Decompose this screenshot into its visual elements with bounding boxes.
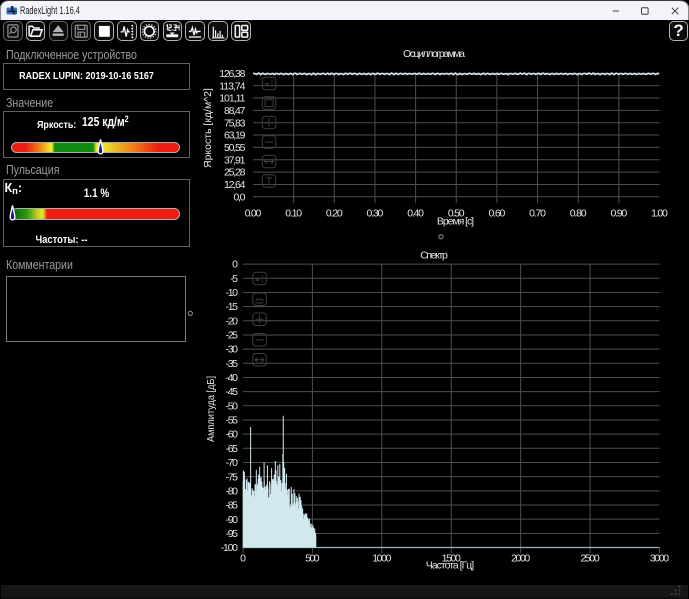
svg-text:113,74: 113,74 — [219, 80, 245, 92]
svg-text:-10: -10 — [226, 287, 239, 299]
svg-text:-85: -85 — [226, 500, 239, 512]
svg-text:3000: 3000 — [650, 553, 669, 565]
svg-text:-65: -65 — [226, 443, 239, 455]
svg-text:Время [с]: Время [с] — [437, 216, 474, 228]
svg-text:12,64: 12,64 — [224, 179, 246, 191]
svg-text:-60: -60 — [226, 429, 239, 441]
svg-text:88,47: 88,47 — [224, 105, 246, 117]
svg-text:-70: -70 — [226, 457, 239, 469]
svg-text:0: 0 — [232, 259, 238, 271]
svg-text:-95: -95 — [226, 528, 239, 540]
svg-text:25,28: 25,28 — [224, 167, 246, 179]
svg-text:Спектр: Спектр — [420, 250, 448, 262]
svg-text:1.00: 1.00 — [651, 208, 668, 220]
svg-text:-55: -55 — [226, 415, 239, 427]
svg-text:-50: -50 — [226, 400, 239, 412]
svg-text:500: 500 — [305, 553, 320, 565]
svg-text:0.30: 0.30 — [367, 208, 384, 220]
svg-text:0.20: 0.20 — [326, 208, 343, 220]
svg-text:0,0: 0,0 — [234, 191, 246, 203]
svg-text:-90: -90 — [226, 514, 239, 526]
svg-text:-100: -100 — [221, 542, 238, 554]
svg-text:-30: -30 — [226, 344, 239, 356]
svg-text:Частота [Гц]: Частота [Гц] — [426, 560, 474, 572]
svg-text:75,83: 75,83 — [224, 117, 246, 129]
svg-text:63,19: 63,19 — [224, 130, 246, 142]
svg-text:126,38: 126,38 — [219, 68, 245, 80]
svg-text:50,55: 50,55 — [224, 142, 246, 154]
svg-text:-25: -25 — [226, 330, 239, 342]
svg-text:-80: -80 — [226, 485, 239, 497]
svg-text:0.70: 0.70 — [529, 208, 546, 220]
svg-text:-75: -75 — [226, 471, 239, 483]
svg-text:-5: -5 — [230, 273, 238, 285]
svg-text:37,91: 37,91 — [224, 154, 246, 166]
svg-text:0: 0 — [240, 553, 246, 565]
svg-text:0.40: 0.40 — [407, 208, 424, 220]
svg-text:-15: -15 — [226, 301, 239, 313]
svg-text:101,11: 101,11 — [219, 93, 245, 105]
svg-text:-45: -45 — [226, 386, 239, 398]
svg-text:0.60: 0.60 — [489, 208, 506, 220]
svg-text:-40: -40 — [226, 372, 239, 384]
svg-text:1000: 1000 — [372, 553, 391, 565]
svg-text:Осциллограмма: Осциллограмма — [403, 48, 465, 60]
svg-text:-20: -20 — [226, 315, 239, 327]
svg-text:-35: -35 — [226, 358, 239, 370]
svg-text:0.10: 0.10 — [285, 208, 302, 220]
svg-text:0.90: 0.90 — [610, 208, 627, 220]
svg-text:0.80: 0.80 — [570, 208, 587, 220]
svg-text:2500: 2500 — [580, 553, 599, 565]
svg-text:0.00: 0.00 — [245, 208, 262, 220]
svg-text:2000: 2000 — [511, 553, 530, 565]
